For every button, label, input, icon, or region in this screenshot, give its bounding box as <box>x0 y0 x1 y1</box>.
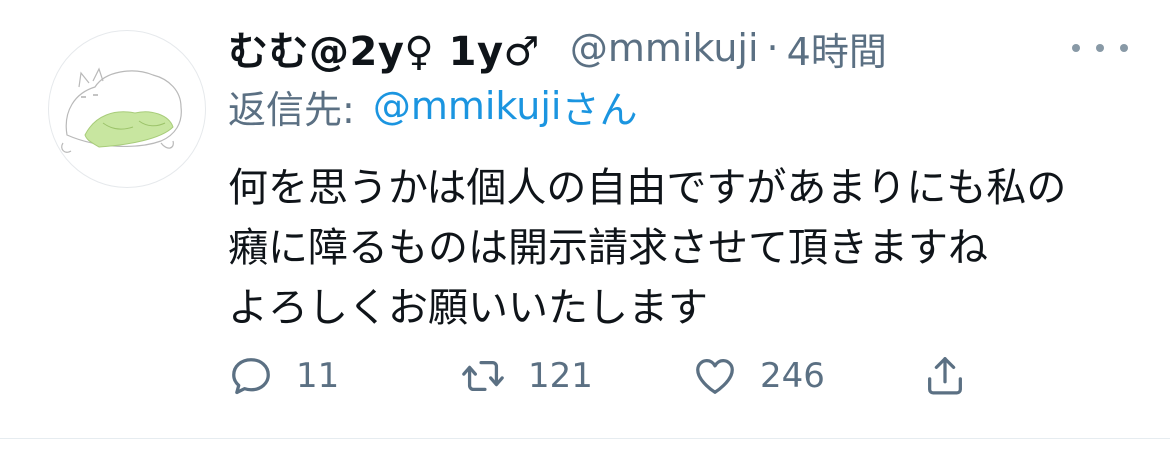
tweet-text-line: 何を思うかは個人の自由ですがあまりにも私の <box>228 165 1067 211</box>
tweet-header: むむ@2y♀ 1y♂ @mmikuji · 4時間 <box>228 20 887 76</box>
avatar[interactable] <box>48 30 206 188</box>
like-button[interactable]: 246 <box>692 346 825 406</box>
tweet-text: 何を思うかは個人の自由ですがあまりにも私の 癪に障るものは開示請求させて頂きます… <box>228 158 1128 338</box>
more-dot <box>1072 44 1080 52</box>
author-handle[interactable]: @mmikuji <box>570 26 759 70</box>
tweet[interactable]: むむ@2y♀ 1y♂ @mmikuji · 4時間 返信先: @mmikuji … <box>0 0 1170 455</box>
reply-mention-link[interactable]: @mmikuji <box>373 84 562 128</box>
heart-icon <box>696 359 734 394</box>
author-display-name[interactable]: むむ@2y♀ 1y♂ <box>228 19 540 77</box>
tweet-text-line: よろしくお願いいたします <box>228 285 708 331</box>
like-count: 246 <box>760 356 825 396</box>
tweet-timestamp[interactable]: 4時間 <box>787 21 887 76</box>
tweet-divider <box>0 438 1170 439</box>
retweet-button[interactable]: 121 <box>460 346 593 406</box>
tweet-text-line: 癪に障るものは開示請求させて頂きますね <box>228 225 988 271</box>
retweet-icon <box>462 360 504 392</box>
reply-context: 返信先: @mmikuji さん <box>228 80 637 132</box>
more-icon[interactable] <box>1072 36 1128 60</box>
reply-suffix: さん <box>561 87 638 132</box>
action-bar: 11 121 246 <box>228 346 988 406</box>
retweet-count: 121 <box>528 356 593 396</box>
more-dot <box>1120 44 1128 52</box>
reply-prefix: 返信先: <box>228 87 355 132</box>
more-dot <box>1096 44 1104 52</box>
avatar-cat-illustration <box>61 67 182 153</box>
reply-button[interactable]: 11 <box>228 346 339 406</box>
reply-icon <box>232 358 270 395</box>
share-button[interactable] <box>922 346 968 406</box>
share-icon <box>928 357 962 395</box>
separator-dot: · <box>766 26 779 70</box>
reply-count: 11 <box>296 356 340 396</box>
